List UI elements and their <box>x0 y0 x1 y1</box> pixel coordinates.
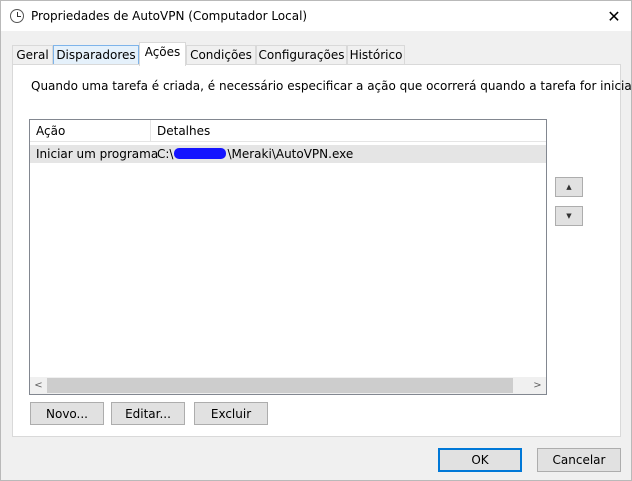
scroll-thumb[interactable] <box>47 378 513 393</box>
list-header: Ação Detalhes <box>30 120 546 142</box>
properties-dialog: Propriedades de AutoVPN (Computador Loca… <box>0 0 632 481</box>
horizontal-scrollbar[interactable]: < > <box>30 377 546 394</box>
tab-geral[interactable]: Geral <box>12 45 53 65</box>
tab-historico[interactable]: Histórico <box>347 45 405 65</box>
tab-acoes[interactable]: Ações <box>139 42 186 66</box>
tab-condicoes[interactable]: Condições <box>186 45 256 65</box>
column-header-detalhes[interactable]: Detalhes <box>151 120 546 142</box>
row-detail: C:\ \Meraki\AutoVPN.exe <box>157 147 353 161</box>
tab-configuracoes[interactable]: Configurações <box>256 45 347 65</box>
close-button[interactable]: ✕ <box>597 1 631 31</box>
actions-description: Quando uma tarefa é criada, é necessário… <box>31 79 632 93</box>
edit-button[interactable]: Editar... <box>111 402 185 425</box>
move-down-button[interactable]: ▼ <box>555 206 583 226</box>
move-up-button[interactable]: ▲ <box>555 177 583 197</box>
tab-disparadores[interactable]: Disparadores <box>53 45 139 65</box>
ok-button[interactable]: OK <box>438 448 522 472</box>
scroll-right-button[interactable]: > <box>529 377 546 394</box>
row-detail-prefix: C:\ <box>157 147 174 161</box>
row-action: Iniciar um programa <box>36 147 159 161</box>
table-row[interactable]: Iniciar um programa C:\ \Meraki\AutoVPN.e… <box>30 145 546 163</box>
new-button[interactable]: Novo... <box>30 402 104 425</box>
actions-list[interactable]: Ação Detalhes Iniciar um programa C:\ \Me… <box>29 119 547 395</box>
cancel-button[interactable]: Cancelar <box>537 448 621 472</box>
column-header-acao[interactable]: Ação <box>30 120 151 142</box>
row-detail-suffix: \Meraki\AutoVPN.exe <box>227 147 354 161</box>
window-title: Propriedades de AutoVPN (Computador Loca… <box>31 9 308 23</box>
scroll-left-button[interactable]: < <box>30 377 47 394</box>
task-clock-icon <box>10 9 24 23</box>
delete-button[interactable]: Excluir <box>194 402 268 425</box>
redaction-mark <box>174 148 227 159</box>
title-bar: Propriedades de AutoVPN (Computador Loca… <box>1 1 631 31</box>
actions-panel: Quando uma tarefa é criada, é necessário… <box>12 64 632 437</box>
